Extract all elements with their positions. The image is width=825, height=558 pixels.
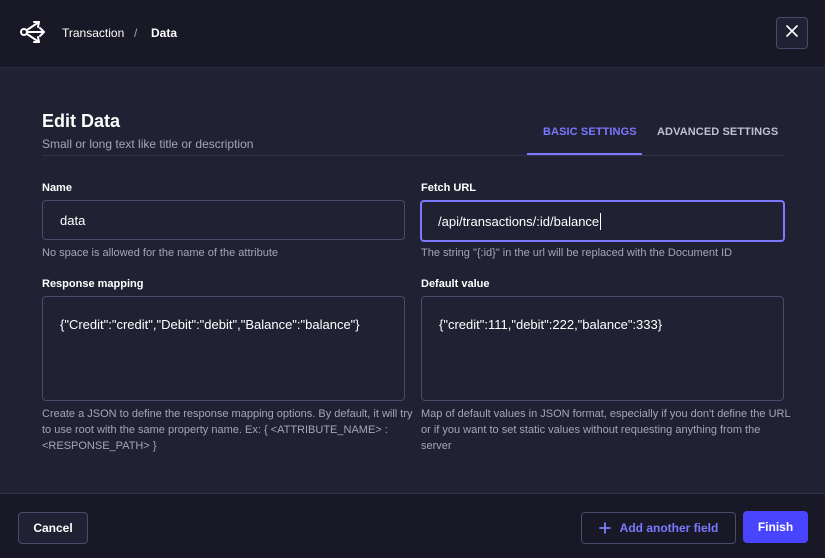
fetch-url-hint: The string "{:id}" in the url will be re…: [421, 247, 733, 259]
page-title: Edit Data: [42, 111, 121, 131]
default-value-value: {"credit":111,"debit":222,"balance":333}: [439, 317, 663, 332]
fetch-url-input-value: /api/transactions/:id/balance: [438, 213, 600, 229]
close-button[interactable]: [776, 17, 808, 49]
text-cursor: [600, 212, 602, 230]
response-mapping-value: {"Credit":"credit","Debit":"debit","Bala…: [60, 317, 360, 332]
active-tab-indicator: [527, 153, 642, 155]
cancel-button[interactable]: Cancel: [18, 512, 88, 544]
name-hint: No space is allowed for the name of the …: [42, 247, 279, 259]
relation-arrows-icon: [19, 18, 47, 46]
breadcrumb-separator: /: [134, 26, 138, 40]
response-mapping-hint: Create a JSON to define the response map…: [42, 408, 413, 452]
plus-icon: [598, 522, 611, 534]
add-another-field-label: Add another field: [619, 521, 719, 535]
modal-header: Transaction / Data: [0, 0, 825, 68]
response-mapping-label: Response mapping: [42, 278, 144, 290]
name-input-value: data: [60, 212, 86, 228]
tab-basic-settings[interactable]: BASIC SETTINGS: [543, 126, 637, 138]
page-subtitle: Small or long text like title or descrip…: [42, 137, 254, 151]
finish-button[interactable]: Finish: [743, 511, 808, 543]
close-icon: [786, 24, 798, 42]
header-divider: [42, 155, 784, 156]
finish-button-label: Finish: [757, 520, 794, 534]
name-label: Name: [42, 182, 72, 194]
cancel-button-label: Cancel: [33, 521, 73, 535]
response-mapping-textarea[interactable]: {"Credit":"credit","Debit":"debit","Bala…: [42, 296, 405, 401]
tab-advanced-settings[interactable]: ADVANCED SETTINGS: [657, 126, 778, 138]
default-value-label: Default value: [421, 278, 490, 290]
add-another-field-button[interactable]: Add another field: [581, 512, 736, 544]
name-input[interactable]: data: [42, 200, 405, 240]
breadcrumb-transaction[interactable]: Transaction: [62, 26, 124, 40]
fetch-url-label: Fetch URL: [421, 182, 476, 194]
breadcrumb-data: Data: [151, 26, 178, 40]
default-value-textarea[interactable]: {"credit":111,"debit":222,"balance":333}: [421, 296, 784, 401]
fetch-url-input[interactable]: /api/transactions/:id/balance: [420, 200, 785, 242]
modal-footer: Cancel Add another field Finish: [0, 493, 825, 558]
default-value-hint: Map of default values in JSON format, es…: [421, 408, 791, 452]
